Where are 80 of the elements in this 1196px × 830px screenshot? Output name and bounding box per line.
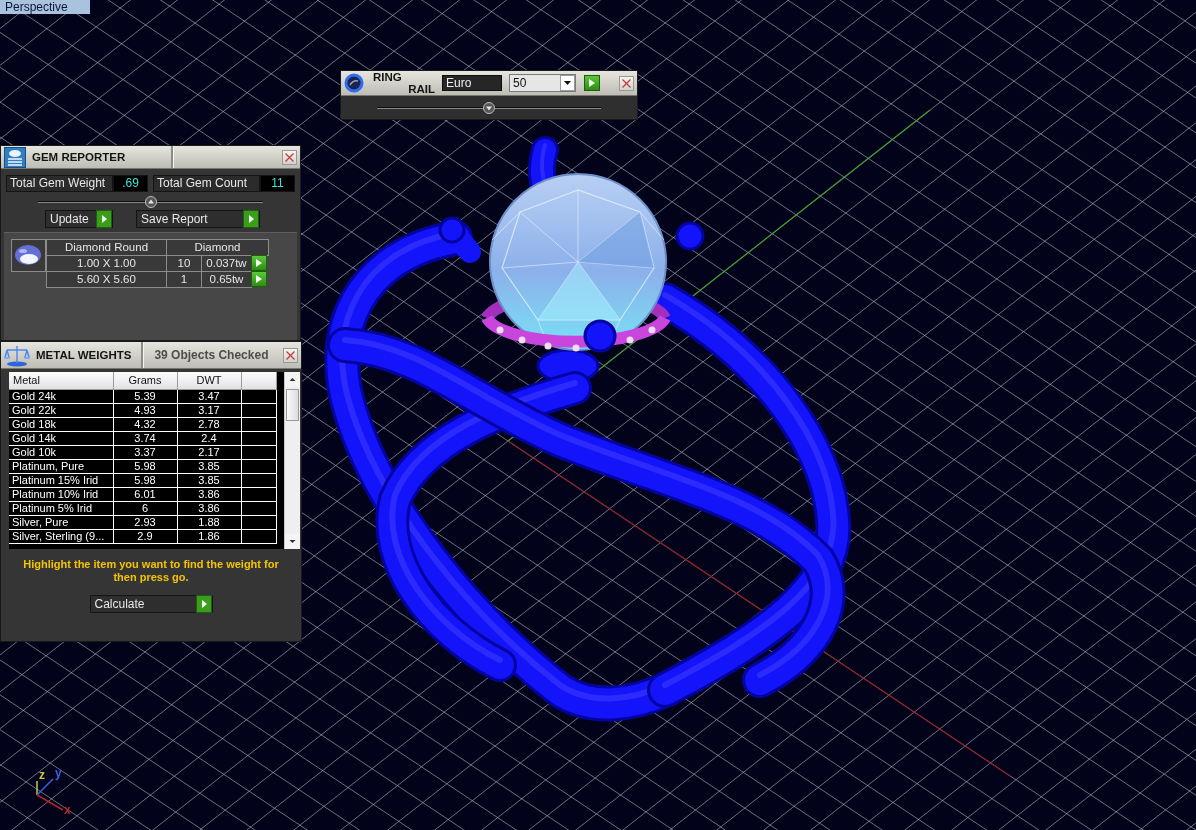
column-header: Metal [9,372,113,389]
table-cell: 5.98 [113,459,177,473]
table-cell: Platinum 15% Irid [9,473,113,487]
stat-label: Total Gem Count [153,175,260,192]
slider-thumb[interactable] [483,101,495,114]
go-button[interactable] [584,75,600,91]
table-cell: 5.39 [113,389,177,403]
table-cell: Platinum 10% Irid [9,487,113,501]
table-cell: 4.93 [113,403,177,417]
table-cell: 3.74 [113,431,177,445]
column-header: Grams [113,372,177,389]
table-cell: 3.47 [177,389,241,403]
table-cell: Silver, Sterling (9... [9,529,113,543]
slider-thumb[interactable] [144,196,157,208]
panel-title: RING [373,71,403,83]
instruction-text: Highlight the item you want to find the weight for then press go. [22,558,280,584]
play-icon [96,210,112,228]
table-cell: Gold 24k [9,389,113,403]
axis-triad-icon [36,778,64,811]
scrollbar-thumb[interactable] [286,389,299,421]
table-cell: 3.86 [177,487,241,501]
size-system-field[interactable]: Euro [442,75,502,91]
gem-icon [11,239,46,272]
table-cell: 1.88 [177,515,241,529]
panel-title: METAL WEIGHTS [36,349,132,361]
calculate-button[interactable]: Calculate [89,595,213,613]
play-icon [243,210,259,228]
table-cell: 3.85 [177,473,241,487]
close-button[interactable] [619,75,634,91]
action-button[interactable]: Save Report [136,210,260,228]
go-button[interactable] [251,255,267,271]
table-cell: 2.9 [113,529,177,543]
close-icon [286,350,295,360]
scale-icon [4,343,30,367]
stat-value: .69 [113,175,148,192]
action-button[interactable]: Update [45,210,113,228]
table-cell: 3.86 [177,501,241,515]
go-button[interactable] [251,271,267,287]
table-cell: Gold 18k [9,417,113,431]
stat-label: Total Gem Weight [6,175,113,192]
table-cell: 3.85 [177,459,241,473]
table-cell: 5.60 X 5.60 [46,271,167,288]
column-header: DWT [177,372,241,389]
axis-label: y [55,766,62,780]
scrollbar[interactable] [284,372,300,549]
play-icon [195,595,212,613]
close-button[interactable] [283,347,298,363]
table-cell: 0.65tw [201,271,252,288]
report-icon [4,146,26,168]
axis-label: x [64,803,71,817]
table-cell: Silver, Pure [9,515,113,529]
viewport-label[interactable]: Perspective [0,0,90,14]
table-cell: 1.86 [177,529,241,543]
play-icon [589,79,595,87]
close-icon [622,78,631,88]
table-cell: 3.37 [113,445,177,459]
table-cell: 2.93 [113,515,177,529]
axis-label: z [39,768,45,782]
panel-title: RAIL [408,83,435,95]
status-text: 39 Objects Checked [154,347,269,363]
table-cell: 5.98 [113,473,177,487]
close-button[interactable] [282,149,297,165]
stat-value: 11 [260,175,295,192]
table-cell: Gold 14k [9,431,113,445]
table-cell: 4.32 [113,417,177,431]
table-cell: Gold 22k [9,403,113,417]
size-dropdown[interactable]: 50 [509,74,576,92]
table-cell: 2.17 [177,445,241,459]
table-cell: 6 [113,501,177,515]
table-cell: 2.4 [177,431,241,445]
panel-title: GEM REPORTER [32,151,126,163]
table-cell: Platinum, Pure [9,459,113,473]
close-icon [285,152,294,162]
table-cell: 3.17 [177,403,241,417]
table-cell: 1 [166,271,202,288]
ring-icon [344,73,364,93]
table-cell: 2.78 [177,417,241,431]
table-cell: Gold 10k [9,445,113,459]
table-cell: Platinum 5% Irid [9,501,113,515]
table-cell: 6.01 [113,487,177,501]
